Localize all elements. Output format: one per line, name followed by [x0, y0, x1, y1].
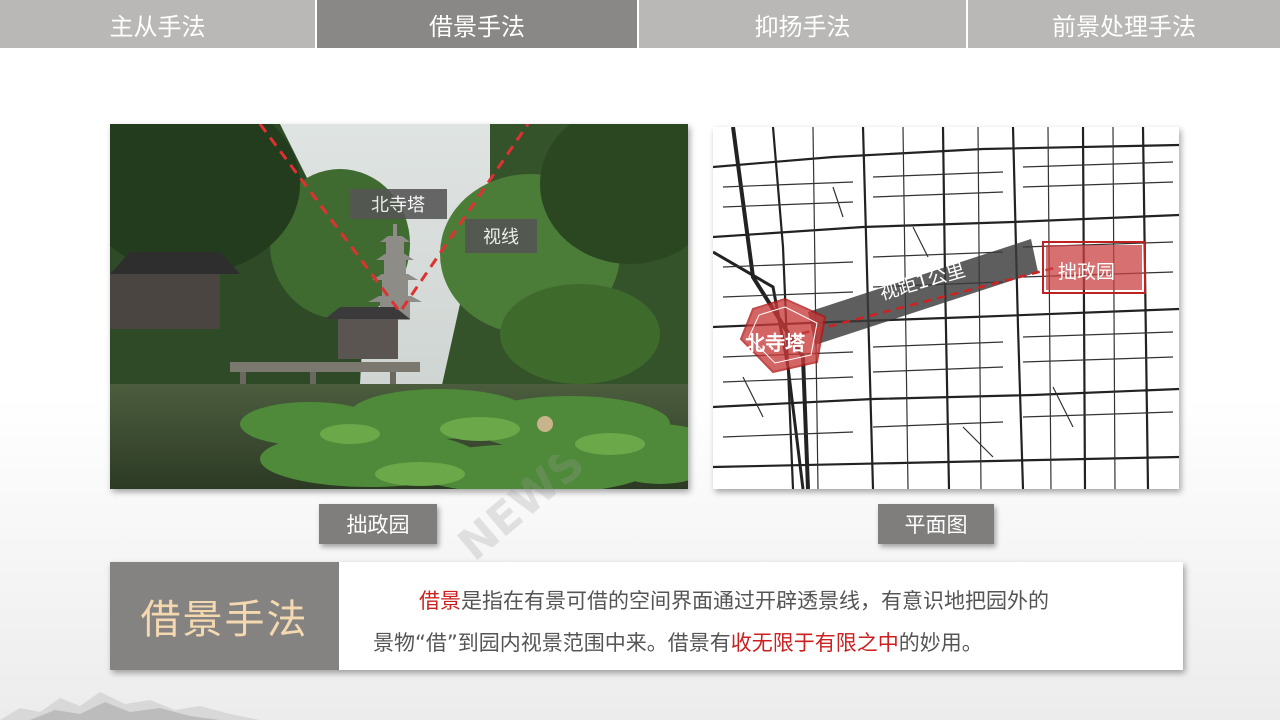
description-panel: 借景手法 借景是指在有景可借的空间界面通过开辟透景线，有意识地把园外的 景物“借…	[110, 562, 1183, 670]
tab-borrowed-scenery[interactable]: 借景手法	[317, 0, 639, 48]
description-text: 借景是指在有景可借的空间界面通过开辟透景线，有意识地把园外的 景物“借”到园内视…	[373, 580, 1163, 664]
tab-foreground[interactable]: 前景处理手法	[968, 0, 1280, 48]
line1-rest: 是指在有景可借的空间界面通过开辟透景线，有意识地把园外的	[461, 589, 1049, 613]
garden-photo-illustration	[110, 124, 688, 489]
tab-main-secondary[interactable]: 主从手法	[0, 0, 317, 48]
highlight-phrase: 收无限于有限之中	[730, 631, 899, 655]
street-map-illustration	[713, 127, 1179, 489]
sightline-tag: 视线	[465, 219, 537, 253]
description-line-2: 景物“借”到园内视景范围中来。借景有收无限于有限之中的妙用。	[373, 622, 1163, 664]
description-line-1: 借景是指在有景可借的空间界面通过开辟透景线，有意识地把园外的	[373, 580, 1163, 622]
tab-suppress-raise[interactable]: 抑扬手法	[639, 0, 968, 48]
photo-caption: 拙政园	[319, 504, 437, 544]
svg-text:NEWS: NEWS	[449, 455, 594, 565]
highlight-term: 借景	[419, 589, 461, 613]
section-title: 借景手法	[110, 562, 339, 670]
garden-map-label: 拙政园	[1058, 261, 1116, 283]
top-tab-bar: 主从手法 借景手法 抑扬手法 前景处理手法	[0, 0, 1280, 48]
pagoda-tag: 北寺塔	[349, 189, 447, 219]
line2-start: 景物“借”到园内视景范围中来。借景有	[373, 631, 731, 655]
news-watermark-icon: NEWS	[449, 455, 594, 565]
mountain-decoration-icon	[0, 692, 260, 720]
site-plan-map: 视距1公里 拙政园 北寺塔	[713, 127, 1179, 489]
garden-photo: 北寺塔 视线	[110, 124, 688, 489]
line2-end: 的妙用。	[898, 631, 983, 655]
pagoda-map-label: 北寺塔	[745, 331, 805, 355]
map-caption: 平面图	[878, 504, 994, 544]
